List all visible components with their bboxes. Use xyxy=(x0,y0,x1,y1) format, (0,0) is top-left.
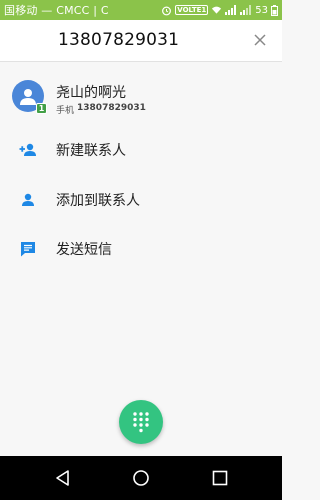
wifi-icon xyxy=(211,5,222,15)
new-contact-label: 新建联系人 xyxy=(56,143,126,159)
navigation-bar xyxy=(0,456,282,500)
home-icon[interactable] xyxy=(132,469,150,487)
add-person-icon xyxy=(18,140,38,160)
contact-number: 13807829031 xyxy=(77,103,146,113)
phone-type-label: 手机 xyxy=(56,106,75,116)
battery-icon xyxy=(271,4,278,16)
new-contact-button[interactable]: 新建联系人 xyxy=(0,130,282,170)
person-icon xyxy=(18,190,38,210)
dialed-number: 13807829031 xyxy=(58,30,180,50)
message-icon xyxy=(18,239,38,259)
signal-icon-2 xyxy=(240,5,252,15)
contact-phone: 手机 13807829031 xyxy=(56,103,146,116)
dialpad-icon xyxy=(133,412,149,433)
carrier-label: 国移动 — CMCC | C xyxy=(4,4,109,17)
volte-badge: VOLTE1 xyxy=(175,5,209,15)
battery-level: 53 xyxy=(255,4,268,16)
send-sms-button[interactable]: 发送短信 xyxy=(0,229,282,269)
status-icons: VOLTE1 53 xyxy=(161,4,278,16)
contact-name: 尧山的啊光 xyxy=(56,85,126,101)
signal-icon xyxy=(225,5,237,15)
back-icon[interactable] xyxy=(54,469,72,487)
add-to-contact-label: 添加到联系人 xyxy=(56,193,140,209)
status-bar: 国移动 — CMCC | C VOLTE1 53 xyxy=(0,0,282,20)
alarm-icon xyxy=(161,5,172,16)
person-icon xyxy=(20,89,36,105)
close-icon[interactable] xyxy=(252,32,268,48)
send-sms-label: 发送短信 xyxy=(56,242,112,258)
sim-badge: 1 xyxy=(36,103,47,114)
dialpad-button[interactable] xyxy=(119,400,163,444)
header: 13807829031 xyxy=(0,20,282,62)
recents-icon[interactable] xyxy=(211,469,229,487)
avatar: 1 xyxy=(12,80,47,114)
contact-result[interactable]: 1 尧山的啊光 手机 13807829031 xyxy=(0,70,282,126)
add-to-contact-button[interactable]: 添加到联系人 xyxy=(0,180,282,220)
